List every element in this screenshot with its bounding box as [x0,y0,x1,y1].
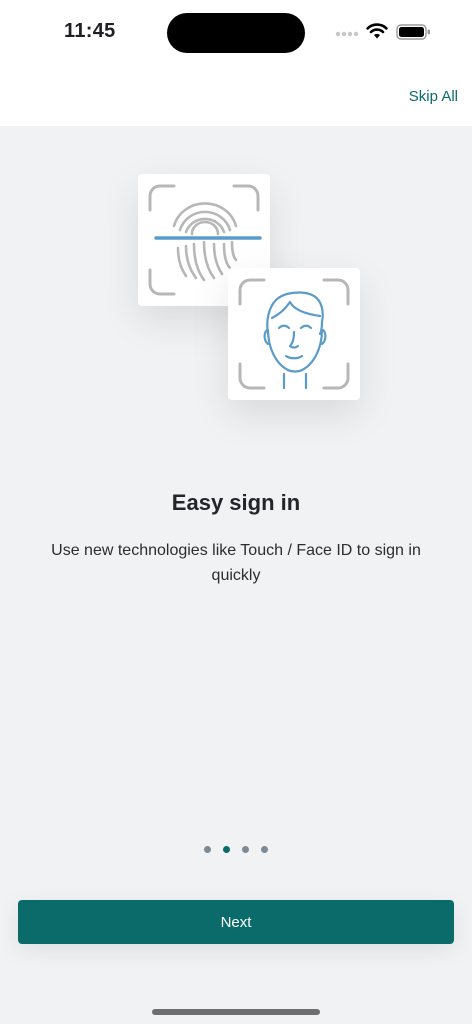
page-dot-2-active[interactable] [223,846,230,853]
page-indicator [0,846,472,856]
battery-icon [396,24,430,40]
face-id-card [228,268,360,400]
page-dot-3[interactable] [242,846,249,853]
next-button[interactable]: Next [18,900,454,944]
nav-header: Skip All [0,64,472,126]
onboarding-illustration [0,126,472,426]
wifi-icon [366,23,388,39]
skip-all-link[interactable]: Skip All [409,88,458,105]
status-bar: 11:45 [0,0,472,64]
onboarding-description: Use new technologies like Touch / Face I… [51,542,421,584]
page-dot-1[interactable] [204,846,211,853]
status-time: 11:45 [64,20,116,42]
dynamic-island [167,13,305,53]
face-id-icon [238,278,350,390]
home-indicator[interactable] [152,1009,320,1015]
signal-icon [335,31,359,37]
onboarding-title: Easy sign in [171,490,301,515]
page-dot-4[interactable] [261,846,268,853]
